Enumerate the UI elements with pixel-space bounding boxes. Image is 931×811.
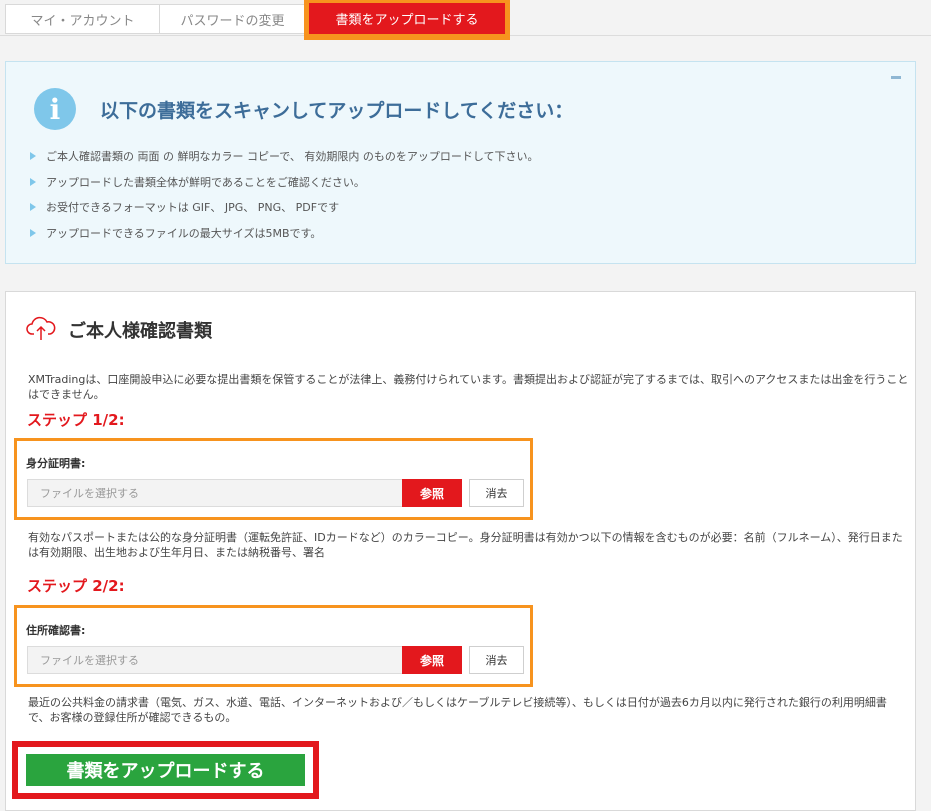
bullet-arrow-icon xyxy=(30,229,36,237)
id-document-label: 身分証明書: xyxy=(26,457,86,470)
bullet-arrow-icon xyxy=(30,152,36,160)
id-document-file-input[interactable]: ファイルを選択する xyxy=(27,479,403,507)
tab-my-account[interactable]: マイ・アカウント xyxy=(5,4,160,34)
documents-title: ご本人様確認書類 xyxy=(68,321,212,342)
step2-heading: ステップ 2/2: xyxy=(27,577,125,595)
id-document-browse-button[interactable]: 参照 xyxy=(402,479,462,507)
address-document-browse-button[interactable]: 参照 xyxy=(402,646,462,674)
cloud-upload-icon xyxy=(26,316,56,340)
id-document-field: 身分証明書: ファイルを選択する 参照 消去 xyxy=(14,438,533,520)
bullet-arrow-icon xyxy=(30,203,36,211)
instruction-text: アップロードできるファイルの最大サイズは5MBです。 xyxy=(46,227,322,240)
id-document-note: 有効なパスポートまたは公的な身分証明書（運転免許証、IDカードなど）のカラーコピ… xyxy=(28,531,903,559)
step1-heading: ステップ 1/2: xyxy=(27,411,125,429)
instruction-text: ご本人確認書類の 両面 の 鮮明なカラー コピーで、 有効期限内 のものをアップ… xyxy=(46,150,539,163)
tab-change-password[interactable]: パスワードの変更 xyxy=(159,4,306,34)
tab-upload-highlight: 書類をアップロードする xyxy=(304,0,510,40)
tab-upload-documents[interactable]: 書類をアップロードする xyxy=(309,3,505,34)
instruction-item: ご本人確認書類の 両面 の 鮮明なカラー コピーで、 有効期限内 のものをアップ… xyxy=(30,148,539,164)
collapse-icon[interactable] xyxy=(891,76,901,79)
address-document-clear-button[interactable]: 消去 xyxy=(469,646,524,674)
instruction-item: お受付できるフォーマットは GIF、 JPG、 PNG、 PDFです xyxy=(30,199,339,215)
instructions-title: 以下の書類をスキャンしてアップロードしてください： xyxy=(100,100,574,122)
instruction-text: アップロードした書類全体が鮮明であることをご確認ください。 xyxy=(46,176,365,189)
address-document-label: 住所確認書: xyxy=(26,624,86,637)
identity-documents-panel: ご本人様確認書類 XMTradingは、口座開設申込に必要な提出書類を保管するこ… xyxy=(5,291,916,811)
address-document-note: 最近の公共料金の請求書（電気、ガス、水道、電話、インターネットおよび／もしくはケ… xyxy=(28,696,887,724)
instruction-item: アップロードできるファイルの最大サイズは5MBです。 xyxy=(30,225,321,241)
bullet-arrow-icon xyxy=(30,178,36,186)
id-document-clear-button[interactable]: 消去 xyxy=(469,479,524,507)
address-document-file-input[interactable]: ファイルを選択する xyxy=(27,646,403,674)
instruction-item: アップロードした書類全体が鮮明であることをご確認ください。 xyxy=(30,174,365,190)
upload-documents-button[interactable]: 書類をアップロードする xyxy=(26,754,305,786)
info-icon: i xyxy=(34,88,76,130)
documents-description: XMTradingは、口座開設申込に必要な提出書類を保管することが法律上、義務付… xyxy=(28,373,909,401)
upload-button-highlight: 書類をアップロードする xyxy=(12,741,319,799)
instructions-panel: i 以下の書類をスキャンしてアップロードしてください： ご本人確認書類の 両面 … xyxy=(5,61,916,264)
upload-button-frame: 書類をアップロードする xyxy=(18,747,313,793)
instruction-text: お受付できるフォーマットは GIF、 JPG、 PNG、 PDFです xyxy=(46,201,340,214)
address-document-field: 住所確認書: ファイルを選択する 参照 消去 xyxy=(14,605,533,687)
